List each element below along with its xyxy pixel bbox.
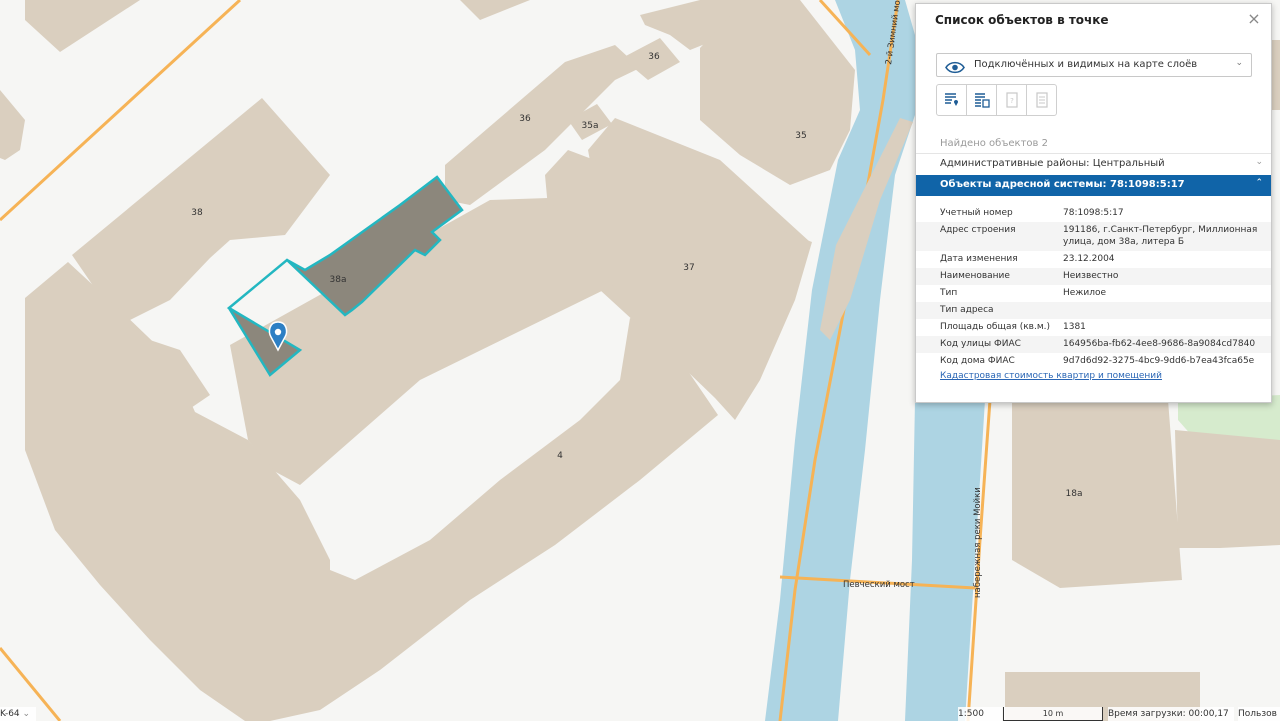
close-icon[interactable]: × — [1246, 11, 1262, 27]
document-icon — [1035, 92, 1048, 108]
attribute-row: Код улицы ФИАС 164956ba-fb62-4ee8-9686-8a… — [916, 336, 1271, 353]
attribute-row: Площадь общая (кв.м.) 1381 — [916, 319, 1271, 336]
attribute-row: Тип адреса — [916, 302, 1271, 319]
attribute-row: Тип Нежилое — [916, 285, 1271, 302]
chevron-up-icon: ⌃ — [1255, 178, 1263, 188]
attribute-row: Учетный номер 78:1098:5:17 — [916, 205, 1271, 222]
found-count: Найдено объектов 2 — [940, 138, 1048, 149]
attribute-value: 191186, г.Санкт-Петербург, Миллионная ул… — [1063, 225, 1258, 247]
building-label-35: 35 — [795, 131, 806, 141]
chevron-down-icon: ⌄ — [1255, 157, 1263, 167]
list-building-icon — [974, 93, 990, 108]
building-18a — [1012, 400, 1182, 588]
svg-text:?: ? — [1010, 97, 1014, 105]
chevron-down-icon: ⌄ — [22, 709, 31, 719]
load-time: Время загрузки: 00:00,17 — [1108, 707, 1234, 721]
layer-filter-value: Подключённых и видимых на карте слоёв — [974, 59, 1198, 70]
scale-bar-label: 10 m — [1042, 709, 1064, 718]
scale-value: 1:500 — [958, 707, 1002, 721]
attribute-row: Код дома ФИАС 9d7d6d92-3275-4bc9-9dd6-b7e… — [916, 353, 1271, 370]
attribute-value: Нежилое — [1063, 288, 1107, 298]
attribute-value: 1381 — [1063, 322, 1086, 332]
document-button[interactable] — [1026, 84, 1057, 116]
attribute-value: 78:1098:5:17 — [1063, 208, 1124, 218]
building-label-36: 36 — [519, 114, 531, 124]
attribute-key: Дата изменения — [940, 254, 1018, 264]
section-address-objects[interactable]: Объекты адресной системы: 78:1098:5:17 ⌃ — [916, 175, 1271, 196]
panel-title: Список объектов в точке — [935, 13, 1109, 27]
chevron-down-icon: ⌄ — [1235, 58, 1243, 68]
scale-bar: 10 m — [1003, 707, 1103, 721]
crs-select[interactable]: K-64 ⌄ — [0, 707, 36, 721]
building-label-35a: 35а — [582, 121, 599, 131]
cadastral-value-link[interactable]: Кадастровая стоимость квартир и помещени… — [940, 371, 1162, 381]
building-label-18a: 18а — [1066, 489, 1083, 499]
attribute-key: Адрес строения — [940, 225, 1016, 235]
list-building-button[interactable] — [966, 84, 997, 116]
list-pin-button[interactable] — [936, 84, 967, 116]
building-label-37: 37 — [683, 263, 694, 273]
attribute-row: Дата изменения 23.12.2004 — [916, 251, 1271, 268]
attribute-value: 23.12.2004 — [1063, 254, 1115, 264]
attribute-key: Учетный номер — [940, 208, 1013, 218]
building-far-right — [1175, 430, 1280, 548]
attribute-table: Учетный номер 78:1098:5:17 Адрес строения… — [916, 205, 1271, 370]
attribute-key: Площадь общая (кв.м.) — [940, 322, 1051, 332]
section-admin-districts[interactable]: Административные районы: Центральный ⌄ — [916, 153, 1271, 174]
attribute-key: Код улицы ФИАС — [940, 339, 1021, 349]
street-label-moyka-embankment: набережная реки Мойки — [973, 487, 983, 598]
building-label-36-top: 36 — [648, 52, 660, 62]
street-label-pevchesky-bridge: Певческий мост — [843, 580, 915, 590]
objects-at-point-panel: Список объектов в точке × Подключённых и… — [915, 3, 1272, 403]
user-label[interactable]: Пользов — [1238, 707, 1280, 721]
list-pin-icon — [944, 93, 958, 106]
attribute-key: Код дома ФИАС — [940, 356, 1015, 366]
attribute-row: Наименование Неизвестно — [916, 268, 1271, 285]
document-question-icon: ? — [1005, 92, 1018, 108]
layer-filter-select[interactable]: Подключённых и видимых на карте слоёв ⌄ — [936, 53, 1252, 77]
eye-icon — [945, 59, 965, 78]
attribute-value: 164956ba-fb62-4ee8-9686-8a9084cd7840 — [1063, 339, 1256, 349]
attribute-row: Адрес строения 191186, г.Санкт-Петербург,… — [916, 222, 1271, 251]
attribute-value — [1063, 304, 1263, 316]
document-question-button[interactable]: ? — [996, 84, 1027, 116]
attribute-key: Наименование — [940, 271, 1010, 281]
panel-toolbar: ? — [936, 84, 1057, 116]
attribute-value: Неизвестно — [1063, 271, 1119, 281]
building-label-38a: 38а — [330, 275, 347, 285]
attribute-key: Тип адреса — [940, 305, 994, 315]
building-label-4: 4 — [557, 451, 563, 461]
building-label-38: 38 — [191, 208, 203, 218]
section-title: Административные районы: Центральный — [940, 158, 1165, 169]
attribute-key: Тип — [940, 288, 958, 298]
section-title: Объекты адресной системы: 78:1098:5:17 — [940, 179, 1185, 190]
attribute-value: 9d7d6d92-3275-4bc9-9dd6-b7ea43fca65e — [1063, 356, 1255, 366]
crs-value: K-64 — [0, 709, 20, 719]
